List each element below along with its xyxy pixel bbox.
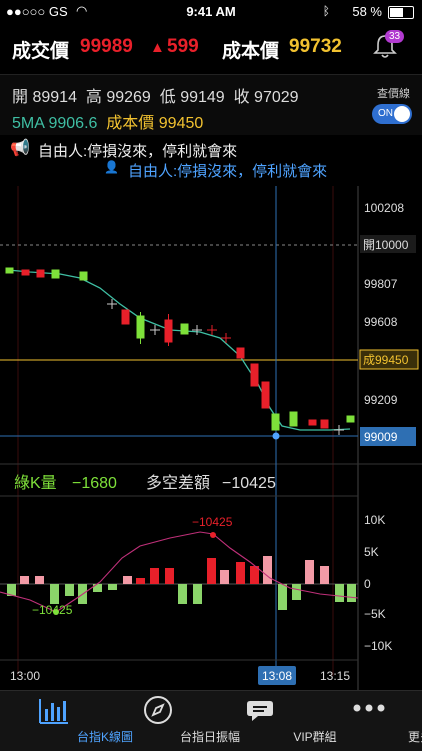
- cost-price-tick: 成99450: [363, 353, 409, 367]
- green-volume-label: 綠K量: [14, 474, 57, 492]
- green-volume-value: −1680: [72, 475, 117, 492]
- bluetooth-icon: ᛒ: [323, 4, 330, 18]
- open-label: 開: [12, 89, 28, 106]
- tab-more-label: 更多: [368, 728, 422, 745]
- low-label: 低: [160, 89, 176, 106]
- price-tick-1: 100208: [364, 201, 404, 215]
- ma-label: 5MA: [12, 115, 44, 132]
- time-tick-cursor: 13:08: [262, 669, 292, 683]
- price-header: 成交價 99989 ▲ 599 成本價 99732 33: [0, 22, 422, 72]
- up-arrow-icon: ▲: [150, 39, 165, 56]
- ma-cost-value: 99450: [159, 115, 204, 132]
- message-ticker: 📢 自由人:停損沒來，停利就會來 👤 自由人:停損沒來，停利就會來: [0, 136, 422, 184]
- price-tick-2: 99807: [364, 277, 398, 291]
- cost-price-label: 成本價: [222, 36, 279, 63]
- chat-bubble-icon: [246, 697, 278, 725]
- tab-kline[interactable]: 台指K線圖: [0, 691, 105, 751]
- diff-max-label: −10425: [192, 515, 233, 529]
- cost-price: 99732: [289, 36, 342, 58]
- diff-min-label: −10425: [32, 603, 73, 617]
- close-value: 97029: [254, 89, 299, 106]
- indicator-bars: [7, 556, 356, 610]
- bar-chart-icon: [38, 697, 70, 725]
- diff-value: −10425: [222, 475, 276, 492]
- high-label: 高: [86, 89, 102, 106]
- ma-value: 9906.6: [48, 115, 97, 132]
- ma-row: 5MA 9906.6 成本價 99450: [12, 109, 203, 133]
- tab-bar: 台指K線圖 台指日振幅 VIP群組 更多: [0, 690, 422, 751]
- open-value: 89914: [32, 89, 77, 106]
- low-value: 99149: [180, 89, 225, 106]
- indicator-tick-3: 0: [364, 577, 371, 591]
- indicator-tick-2: 5K: [364, 545, 379, 559]
- message-line-2: 自由人:停損沒來，停利就會來: [128, 160, 327, 181]
- high-value: 99269: [106, 89, 151, 106]
- tab-more[interactable]: 更多: [315, 691, 420, 751]
- quote-panel: 開 89914 高 99269 低 99149 收 97029 5MA 9906…: [0, 74, 422, 135]
- price-tick-3: 99608: [364, 315, 398, 329]
- ma-cost-label: 成本價: [106, 115, 154, 132]
- megaphone-icon: 📢: [10, 138, 30, 158]
- crosshair-dot: [273, 433, 280, 440]
- user-icon: 👤: [104, 160, 119, 174]
- notification-badge: 33: [385, 30, 404, 43]
- notification-bell-button[interactable]: 33: [372, 32, 398, 60]
- price-change: 599: [167, 36, 199, 58]
- time-tick-end: 13:15: [320, 669, 350, 683]
- diff-label: 多空差額: [146, 474, 210, 492]
- close-label: 收: [234, 89, 250, 106]
- open-price-tick: 開10000: [363, 238, 409, 252]
- indicator-tick-5: −10K: [364, 639, 392, 653]
- status-bar: ●●○○○ GS ◠ 9:41 AM ᛒ 58 %: [0, 0, 422, 22]
- diff-max-dot: [210, 532, 216, 538]
- chart-area[interactable]: 100208 開10000 99807 99608 成99450 99209 9…: [0, 186, 422, 690]
- ohlc-row: 開 89914 高 99269 低 99149 收 97029: [12, 83, 299, 107]
- toggle-state: ON: [378, 108, 393, 119]
- more-dots-icon: [353, 703, 385, 713]
- price-tick-4: 99209: [364, 393, 398, 407]
- trade-price: 99989: [80, 36, 133, 58]
- indicator-tick-4: −5K: [364, 607, 386, 621]
- tab-vip-group[interactable]: VIP群組: [210, 691, 315, 751]
- tab-daily-range[interactable]: 台指日振幅: [105, 691, 210, 751]
- compass-icon: [143, 695, 173, 725]
- current-price-tick: 99009: [364, 430, 398, 444]
- trade-price-label: 成交價: [12, 36, 69, 63]
- indicator-tick-1: 10K: [364, 513, 385, 527]
- message-line-1: 自由人:停損沒來，停利就會來: [38, 140, 237, 161]
- price-line-toggle[interactable]: ON: [372, 104, 412, 124]
- battery-percent: 58 %: [352, 4, 382, 19]
- price-line-label: 查價線: [377, 85, 410, 101]
- battery-icon: [388, 6, 414, 19]
- time-tick-start: 13:00: [10, 669, 40, 683]
- toggle-knob: [394, 106, 410, 122]
